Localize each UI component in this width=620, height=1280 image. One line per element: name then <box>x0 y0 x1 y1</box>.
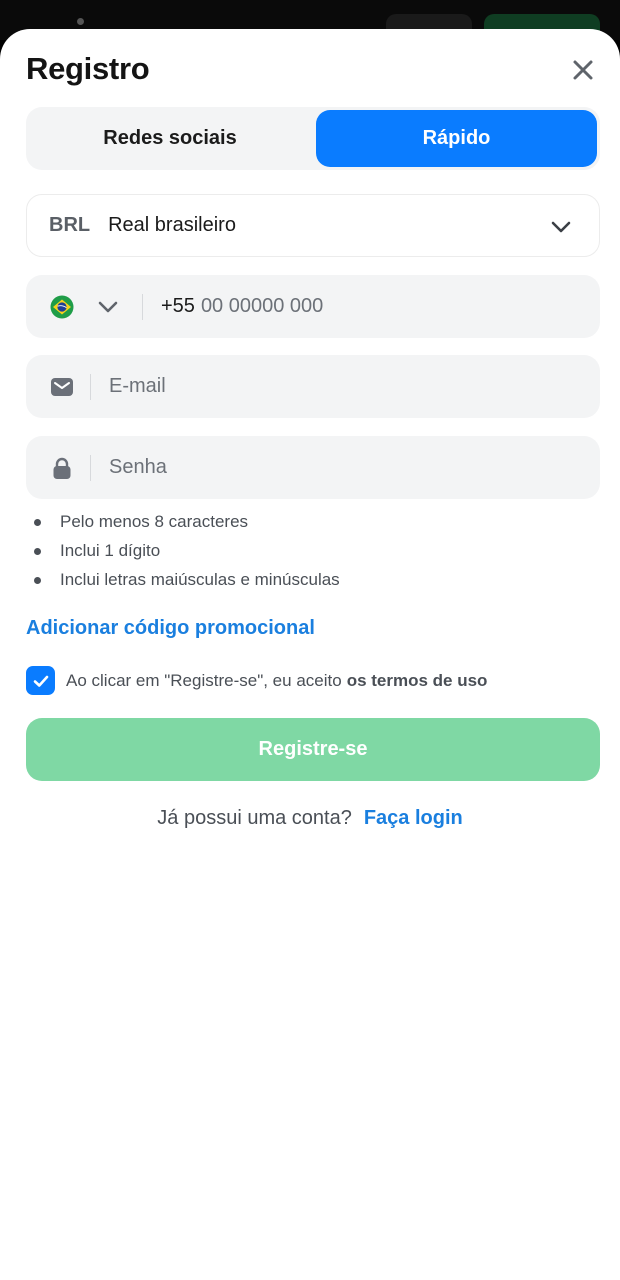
chevron-down-icon <box>551 221 571 233</box>
login-question: Já possui uma conta? <box>157 807 352 829</box>
terms-text: Ao clicar em "Registre-se", eu aceito <box>66 670 342 690</box>
divider <box>90 373 91 400</box>
country-chevron-down-icon[interactable] <box>96 295 120 319</box>
tab-quick[interactable]: Rápido <box>316 110 597 167</box>
register-button[interactable]: Registre-se <box>26 718 600 781</box>
password-rule: Inclui letras maiúsculas e minúsculas <box>30 568 340 597</box>
envelope-icon <box>51 377 73 396</box>
password-rule: Inclui 1 dígito <box>30 539 340 568</box>
phone-prefix: +55 <box>161 295 195 317</box>
login-prompt: Já possui uma conta? Faça login <box>0 807 620 830</box>
phone-field: +55 <box>26 275 600 338</box>
registration-sheet: Registro Redes sociais Rápido BRL Real b… <box>0 29 620 1280</box>
password-rule: Pelo menos 8 caracteres <box>30 510 340 539</box>
password-rules: Pelo menos 8 caracteres Inclui 1 dígito … <box>30 510 340 597</box>
terms-row: Ao clicar em "Registre-se", eu aceito os… <box>26 666 487 695</box>
tab-social-networks[interactable]: Redes sociais <box>29 110 311 167</box>
email-input[interactable] <box>109 366 600 407</box>
background-dot <box>77 18 84 25</box>
lock-icon <box>53 457 71 479</box>
password-input[interactable] <box>109 447 600 488</box>
currency-name: Real brasileiro <box>108 214 236 236</box>
password-field <box>26 436 600 499</box>
phone-input[interactable] <box>200 286 600 327</box>
divider <box>90 454 91 481</box>
login-link[interactable]: Faça login <box>364 807 463 830</box>
add-promo-code-link[interactable]: Adicionar código promocional <box>26 617 315 640</box>
close-icon <box>573 60 593 80</box>
checkmark-icon <box>33 675 48 687</box>
page-title: Registro <box>26 51 150 86</box>
terms-checkbox[interactable] <box>26 666 55 695</box>
currency-code: BRL <box>49 214 91 236</box>
brazil-flag-icon[interactable] <box>50 295 74 319</box>
divider <box>142 293 143 320</box>
registration-tabs: Redes sociais Rápido <box>26 107 600 170</box>
email-field <box>26 355 600 418</box>
terms-of-use-link[interactable]: os termos de uso <box>347 671 488 691</box>
close-button[interactable] <box>566 53 600 87</box>
currency-select[interactable]: BRL Real brasileiro <box>26 194 600 257</box>
